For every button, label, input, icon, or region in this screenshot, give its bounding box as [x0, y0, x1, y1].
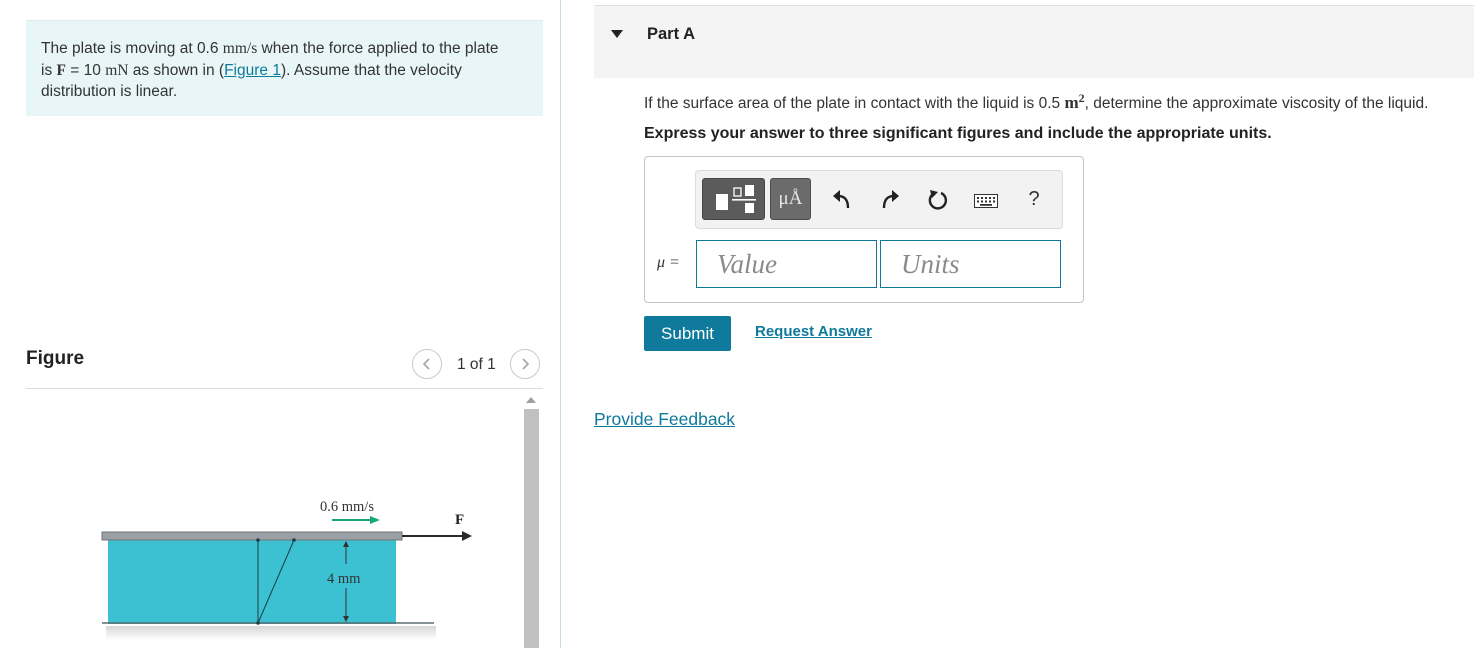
- area-unit: m: [1064, 93, 1079, 113]
- variable-label: μ =: [657, 254, 680, 272]
- help-button[interactable]: ?: [1024, 186, 1044, 212]
- question-text-segment: If the surface area of the plate in cont…: [644, 95, 1065, 113]
- problem-text-segment: The plate is moving at 0.6: [41, 40, 223, 57]
- part-title[interactable]: Part A: [647, 25, 695, 44]
- templates-button[interactable]: [702, 178, 765, 220]
- redo-button[interactable]: [878, 186, 902, 212]
- reset-button[interactable]: [926, 186, 950, 214]
- reset-icon: [928, 190, 948, 210]
- symbols-button[interactable]: μÅ: [770, 178, 811, 220]
- submit-button[interactable]: Submit: [644, 316, 731, 351]
- answer-instruction: Express your answer to three significant…: [644, 125, 1272, 142]
- next-figure-button[interactable]: [510, 349, 540, 379]
- scroll-up-arrow-icon[interactable]: [522, 392, 540, 408]
- figure-scrollbar-thumb[interactable]: [524, 409, 539, 648]
- chevron-right-icon: [522, 358, 530, 370]
- profile-point: [256, 538, 260, 542]
- figure-divider: [26, 388, 543, 389]
- figure-title: Figure: [26, 348, 85, 369]
- collapse-caret-icon[interactable]: [611, 30, 623, 38]
- force-arrow-head: [462, 531, 472, 541]
- part-a-header[interactable]: [594, 5, 1474, 78]
- problem-text-segment: = 10: [65, 61, 106, 79]
- plate-liquid-figure: F 0.6 mm/s 4 mm: [101, 499, 472, 640]
- keyboard-button[interactable]: [973, 190, 999, 212]
- question-text-segment: , determine the approximate viscosity of…: [1084, 95, 1429, 113]
- ground-surface: [106, 626, 436, 640]
- force-label: F: [455, 512, 464, 528]
- undo-button[interactable]: [830, 186, 854, 212]
- value-input[interactable]: [696, 240, 877, 288]
- redo-icon: [882, 190, 899, 209]
- units-input[interactable]: [880, 240, 1061, 288]
- force-symbol: F: [56, 61, 66, 79]
- problem-text-segment: as shown in (: [128, 61, 225, 79]
- velocity-arrow-head: [370, 516, 380, 524]
- templates-icon: [715, 185, 756, 213]
- gap-label: 4 mm: [327, 571, 361, 587]
- previous-figure-button[interactable]: [412, 349, 442, 379]
- force-unit: mN: [105, 61, 129, 79]
- provide-feedback-link[interactable]: Provide Feedback: [594, 409, 735, 430]
- variable-label-text: μ =: [657, 254, 680, 271]
- figure-counter: 1 of 1: [457, 356, 496, 373]
- panel-divider: [560, 0, 561, 648]
- keyboard-icon: [974, 194, 998, 208]
- figure-link[interactable]: Figure 1: [224, 62, 281, 79]
- undo-icon: [833, 190, 850, 209]
- request-answer-link[interactable]: Request Answer: [755, 323, 872, 340]
- speed-unit: mm/s: [222, 40, 258, 57]
- problem-statement-text: The plate is moving at 0.6 mm/s when the…: [41, 38, 511, 103]
- chevron-left-icon: [422, 358, 430, 370]
- profile-point: [256, 621, 260, 625]
- velocity-label: 0.6 mm/s: [320, 499, 374, 515]
- question-text: If the surface area of the plate in cont…: [644, 91, 1428, 113]
- profile-point: [292, 538, 296, 542]
- moving-plate: [101, 531, 403, 541]
